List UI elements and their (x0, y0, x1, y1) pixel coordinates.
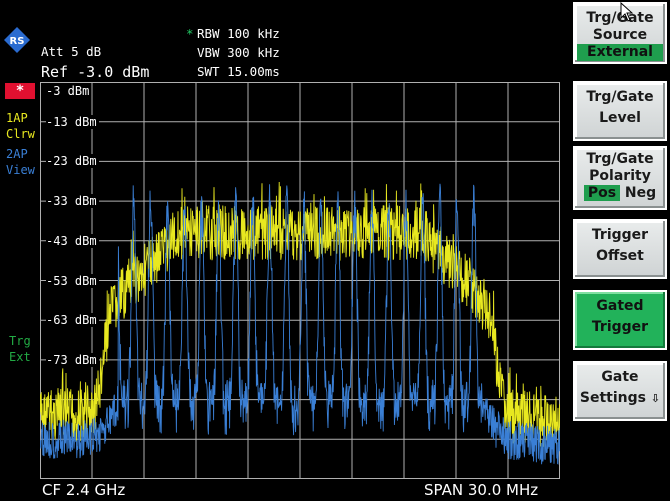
polarity-neg[interactable]: Neg (625, 185, 656, 201)
vbw-readout: VBW 300 kHz (197, 45, 280, 60)
logo-icon: RS (4, 27, 30, 53)
y-tick-label: -73 dBm (46, 352, 99, 367)
status-badge: * (5, 83, 35, 99)
softkey-label: Gated (596, 298, 644, 314)
sweep-time-readout: SWT 15.00ms (197, 64, 280, 79)
softkey-label: Gate (601, 369, 639, 385)
trace2-mode: 2AP (6, 147, 28, 161)
source-value: External (577, 44, 663, 61)
softkey-gated-trigger[interactable]: Gated Trigger (573, 290, 667, 350)
softkey-trg-gate-level[interactable]: Trg/Gate Level (573, 81, 667, 141)
softkey-label: Source (592, 27, 648, 43)
center-frequency: CF 2.4 GHz (42, 481, 126, 499)
y-tick-label: -23 dBm (46, 154, 99, 169)
span-readout: SPAN 30.0 MHz (424, 481, 539, 499)
softkey-label: Level (599, 110, 641, 126)
attenuation-readout: Att 5 dB (41, 44, 102, 59)
rbw-readout: RBW 100 kHz (197, 26, 280, 41)
softkey-label: Polarity (589, 168, 651, 184)
softkey-label: Offset (596, 248, 644, 264)
y-tick-label: -63 dBm (46, 313, 99, 328)
y-tick-label: -53 dBm (46, 273, 99, 288)
trigger-source: Ext (9, 350, 31, 364)
y-tick-label: -3 dBm (46, 84, 92, 98)
softkey-label-with-arrow: Settings ⇩ (575, 390, 665, 407)
trace2-label: 2AP View (6, 146, 35, 178)
y-tick-label: -33 dBm (46, 194, 99, 209)
polarity-pos[interactable]: Pos (583, 185, 621, 201)
softkey-label: Trg/Gate (586, 151, 654, 167)
softkey-label: Trg/Gate (586, 89, 654, 105)
trace1-mode: 1AP (6, 111, 28, 125)
mouse-cursor-icon (620, 2, 634, 22)
softkey-label: Settings (579, 390, 646, 406)
softkey-trg-gate-polarity[interactable]: Trg/Gate Polarity Pos Neg (573, 146, 667, 210)
y-tick-label: -43 dBm (46, 233, 99, 248)
submenu-arrow-icon: ⇩ (650, 392, 661, 405)
trace1-type: Clrw (6, 127, 35, 141)
svg-text:RS: RS (10, 36, 25, 47)
rbw-coupled-marker: * (186, 26, 194, 41)
trace1-label: 1AP Clrw (6, 110, 35, 142)
y-tick-label: -13 dBm (46, 114, 99, 129)
trigger-status: Trg Ext (9, 333, 31, 365)
softkey-label: Trigger (591, 227, 649, 243)
spectrum-display[interactable] (40, 82, 560, 479)
trace2-type: View (6, 163, 35, 177)
softkey-gate-settings[interactable]: Gate Settings ⇩ (573, 361, 667, 421)
softkey-label: Trigger (591, 319, 649, 335)
softkey-trigger-offset[interactable]: Trigger Offset (573, 219, 667, 279)
ref-level-readout: Ref -3.0 dBm (41, 63, 150, 81)
trigger-label: Trg (9, 334, 31, 348)
polarity-options: Pos Neg (575, 185, 665, 202)
